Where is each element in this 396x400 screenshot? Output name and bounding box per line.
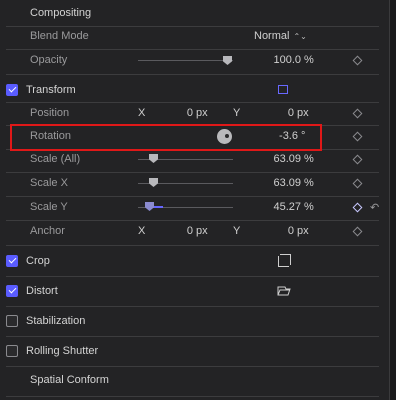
divider bbox=[6, 336, 379, 337]
stabilization-checkbox[interactable] bbox=[6, 314, 18, 327]
position-x-axis-label: X bbox=[138, 107, 146, 119]
scale-x-row: Scale X 63.09 % bbox=[6, 172, 379, 195]
position-x-unit: px bbox=[196, 107, 208, 119]
scale-y-keyframe-icon[interactable] bbox=[352, 202, 363, 213]
anchor-label: Anchor bbox=[30, 225, 65, 237]
scale-y-value[interactable]: 45.27 bbox=[261, 201, 301, 213]
transform-title: Transform bbox=[26, 83, 76, 96]
rotation-keyframe-icon[interactable] bbox=[352, 131, 363, 142]
anchor-x-axis-label: X bbox=[138, 225, 146, 237]
transform-checkbox[interactable] bbox=[6, 83, 18, 96]
anchor-row: Anchor X 0 px Y 0 px bbox=[6, 220, 379, 243]
position-y-value[interactable]: 0 bbox=[282, 107, 294, 119]
blend-mode-label: Blend Mode bbox=[30, 30, 89, 42]
spatial-conform-section-header[interactable]: Spatial Conform bbox=[6, 367, 379, 392]
opacity-keyframe-icon[interactable] bbox=[352, 55, 363, 66]
scale-all-label: Scale (All) bbox=[30, 153, 81, 165]
distort-icon[interactable] bbox=[277, 286, 291, 296]
rotation-highlight-box bbox=[10, 124, 322, 151]
position-label: Position bbox=[30, 107, 70, 119]
anchor-x-unit: px bbox=[196, 225, 208, 237]
scale-all-unit: % bbox=[304, 153, 314, 165]
divider bbox=[6, 276, 379, 277]
scale-x-unit: % bbox=[304, 177, 314, 189]
divider bbox=[6, 396, 379, 397]
crop-title: Crop bbox=[26, 254, 50, 267]
distort-checkbox[interactable] bbox=[6, 284, 18, 297]
crop-section-header[interactable]: Crop bbox=[6, 248, 379, 273]
opacity-unit: % bbox=[304, 54, 314, 66]
anchor-x-value[interactable]: 0 bbox=[181, 225, 193, 237]
scale-all-keyframe-icon[interactable] bbox=[352, 154, 363, 165]
anchor-y-axis-label: Y bbox=[233, 225, 241, 237]
blend-mode-popup[interactable]: Normal ⌃⌄ bbox=[254, 30, 307, 42]
reset-icon[interactable]: ↶ bbox=[370, 201, 379, 214]
rolling-shutter-title: Rolling Shutter bbox=[26, 344, 99, 357]
opacity-slider-track[interactable] bbox=[138, 60, 233, 61]
rolling-shutter-checkbox[interactable] bbox=[6, 344, 18, 357]
crop-icon[interactable] bbox=[278, 254, 291, 267]
scale-x-keyframe-icon[interactable] bbox=[352, 178, 363, 189]
blend-mode-row: Blend Mode Normal ⌃⌄ bbox=[6, 25, 379, 48]
divider bbox=[6, 245, 379, 246]
scale-all-row: Scale (All) 63.09 % bbox=[6, 148, 379, 171]
opacity-row: Opacity 100.0 % bbox=[6, 49, 379, 72]
scale-all-value[interactable]: 63.09 bbox=[261, 153, 301, 165]
anchor-y-unit: px bbox=[297, 225, 309, 237]
rolling-shutter-section-header[interactable]: Rolling Shutter bbox=[6, 338, 379, 363]
distort-title: Distort bbox=[26, 284, 58, 297]
anchor-y-value[interactable]: 0 bbox=[282, 225, 294, 237]
scale-all-slider-knob[interactable] bbox=[149, 154, 158, 163]
opacity-slider-knob[interactable] bbox=[223, 56, 232, 65]
position-y-unit: px bbox=[297, 107, 309, 119]
crop-checkbox[interactable] bbox=[6, 254, 18, 267]
chevron-updown-icon: ⌃⌄ bbox=[293, 32, 307, 41]
position-x-value[interactable]: 0 bbox=[181, 107, 193, 119]
scale-x-value[interactable]: 63.09 bbox=[261, 177, 301, 189]
position-row: Position X 0 px Y 0 px bbox=[6, 102, 379, 125]
distort-section-header[interactable]: Distort bbox=[6, 278, 379, 303]
divider bbox=[6, 74, 379, 75]
scrollbar[interactable] bbox=[390, 0, 396, 400]
anchor-keyframe-icon[interactable] bbox=[352, 226, 363, 237]
opacity-label: Opacity bbox=[30, 54, 68, 66]
opacity-value[interactable]: 100.0 bbox=[261, 54, 301, 66]
stabilization-title: Stabilization bbox=[26, 314, 86, 327]
video-inspector-panel: Compositing Blend Mode Normal ⌃⌄ Opacity … bbox=[0, 0, 390, 400]
scale-y-label: Scale Y bbox=[30, 201, 68, 213]
transform-section-header[interactable]: Transform bbox=[6, 77, 379, 102]
transform-onscreen-controls-icon[interactable] bbox=[278, 85, 288, 94]
scale-y-slider-knob[interactable] bbox=[145, 202, 154, 211]
position-keyframe-icon[interactable] bbox=[352, 108, 363, 119]
scale-x-slider-knob[interactable] bbox=[149, 178, 158, 187]
position-y-axis-label: Y bbox=[233, 107, 241, 119]
compositing-section-header[interactable]: Compositing bbox=[6, 0, 379, 25]
compositing-title: Compositing bbox=[30, 6, 92, 19]
stabilization-section-header[interactable]: Stabilization bbox=[6, 308, 379, 333]
blend-mode-value: Normal bbox=[254, 30, 290, 42]
scale-y-unit: % bbox=[304, 201, 314, 213]
scale-y-row: Scale Y 45.27 % ↶ bbox=[6, 196, 379, 219]
scale-x-label: Scale X bbox=[30, 177, 68, 189]
divider bbox=[6, 306, 379, 307]
spatial-conform-title: Spatial Conform bbox=[30, 373, 109, 386]
